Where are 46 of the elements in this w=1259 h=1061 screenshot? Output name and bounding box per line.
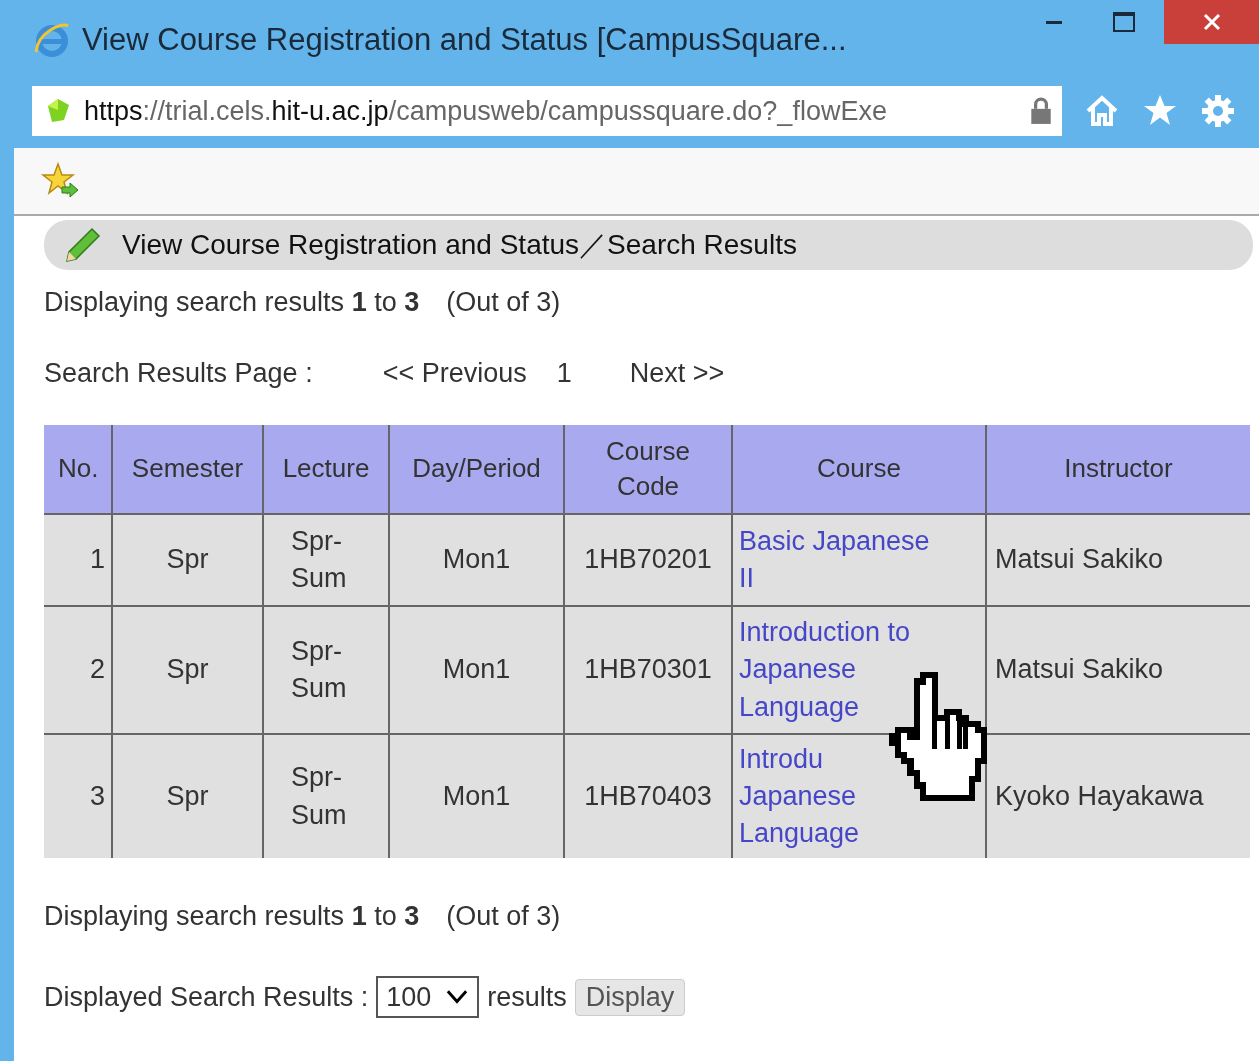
previous-link[interactable]: << Previous (382, 358, 527, 389)
table-cell: Spr-Sum (263, 514, 389, 606)
table-cell: Spr-Sum (263, 734, 389, 858)
table-cell: 1 (44, 514, 112, 606)
table-cell: 1HB70201 (564, 514, 732, 606)
results-suffix: results (487, 981, 567, 1013)
results-per-page-label: Displayed Search Results : (44, 981, 369, 1013)
column-header: Course (732, 425, 986, 514)
page-number: 1 (556, 358, 572, 389)
chevron-down-icon (445, 989, 470, 1005)
column-header: No. (44, 425, 112, 514)
table-cell: Mon1 (389, 514, 564, 606)
window-title: View Course Registration and Status [CampusSquare... (82, 22, 847, 58)
close-button[interactable] (1164, 0, 1259, 44)
results-summary: Displaying search results 1 to 3 (Out of 3) (44, 900, 562, 933)
settings-icon[interactable] (1200, 93, 1236, 129)
table-cell: 2 (44, 606, 112, 734)
table-cell: Spr (112, 606, 263, 734)
results-summary: Displaying search results 1 to 3 (Out of 3) (44, 286, 562, 319)
favorites-star-icon[interactable] (40, 161, 80, 201)
column-header: Day/Period (389, 425, 564, 514)
table-cell: Spr (112, 734, 263, 858)
home-icon[interactable] (1084, 93, 1120, 129)
next-link[interactable]: Next >> (629, 358, 725, 389)
table-cell: Matsui Sakiko (986, 514, 1250, 606)
table-cell: Matsui Sakiko (986, 606, 1250, 734)
table-cell: Kyoko Hayakawa (986, 734, 1250, 858)
hand-cursor-icon (886, 669, 990, 804)
table-cell: 1HB70301 (564, 606, 732, 734)
display-button[interactable]: Display (574, 978, 686, 1016)
page-heading: View Course Registration and Status／Search Results (122, 228, 797, 262)
table-cell: Spr-Sum (263, 606, 389, 734)
table-cell: Mon1 (389, 606, 564, 734)
table-cell: Mon1 (389, 734, 564, 858)
table-cell: 3 (44, 734, 112, 858)
address-field[interactable]: https://trial.cels.hit-u.ac.jp/campusweb/campussquare.do?_flowExe (32, 86, 1062, 136)
results-per-page-select[interactable]: 100 (376, 976, 480, 1018)
table-cell: 1HB70403 (564, 734, 732, 858)
column-header: Lecture (263, 425, 389, 514)
close-icon (1201, 12, 1222, 32)
lock-icon (1030, 97, 1052, 125)
pager-label: Search Results Page : (44, 358, 313, 389)
column-header: Semester (112, 425, 263, 514)
column-header: Course Code (564, 425, 732, 514)
column-header: Instructor (986, 425, 1250, 514)
table-cell: Spr (112, 514, 263, 606)
